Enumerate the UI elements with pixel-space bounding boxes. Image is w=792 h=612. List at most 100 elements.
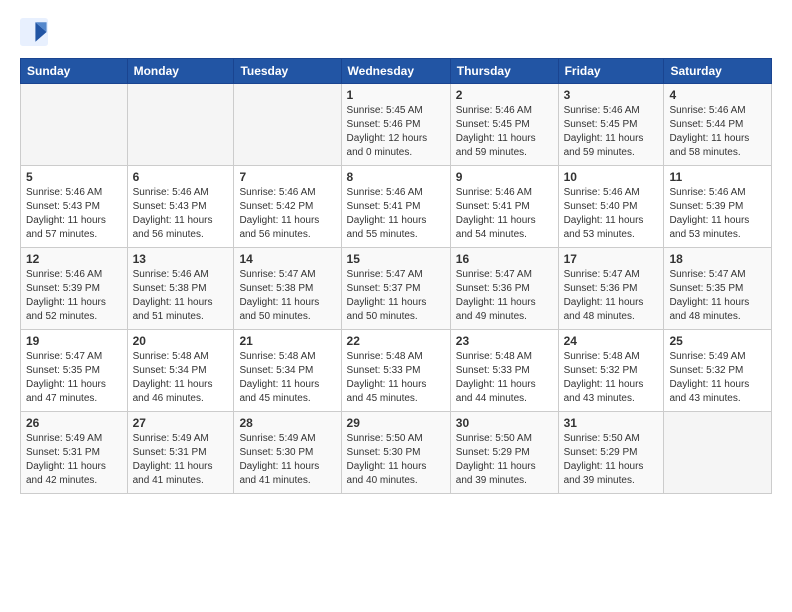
calendar-cell: 31Sunrise: 5:50 AM Sunset: 5:29 PM Dayli… (558, 412, 664, 494)
day-info: Sunrise: 5:47 AM Sunset: 5:36 PM Dayligh… (564, 268, 659, 324)
calendar-cell: 28 Sunrise: 5:49 AM Sunset: 5:30 PM Dayli… (234, 412, 341, 494)
day-number: 3 (564, 88, 659, 102)
day-number: 23 (456, 334, 553, 348)
header-monday: Monday (127, 59, 234, 84)
day-info: Sunrise: 5:48 AM Sunset: 5:34 PM Dayligh… (239, 350, 335, 406)
day-info: Sunrise: 5:47 AM Sunset: 5:35 PM Dayligh… (669, 268, 766, 324)
week-row-4: 26 Sunrise: 5:49 AM Sunset: 5:31 PM Dayli… (21, 412, 772, 494)
day-info: Sunrise: 5:46 AM Sunset: 5:39 PM Dayligh… (669, 186, 766, 242)
day-info: Sunrise: 5:48 AM Sunset: 5:33 PM Dayligh… (456, 350, 553, 406)
day-number: 10 (564, 170, 659, 184)
calendar-cell: 14Sunrise: 5:47 AM Sunset: 5:38 PM Dayli… (234, 248, 341, 330)
day-info: Sunrise: 5:50 AM Sunset: 5:30 PM Dayligh… (347, 432, 445, 488)
calendar-cell: 8Sunrise: 5:46 AM Sunset: 5:41 PM Daylig… (341, 166, 450, 248)
day-number: 20 (133, 334, 229, 348)
calendar-cell: 11 Sunrise: 5:46 AM Sunset: 5:39 PM Dayli… (664, 166, 772, 248)
day-info: Sunrise: 5:50 AM Sunset: 5:29 PM Dayligh… (456, 432, 553, 488)
day-info: Sunrise: 5:47 AM Sunset: 5:36 PM Dayligh… (456, 268, 553, 324)
day-number: 5 (26, 170, 122, 184)
day-info: Sunrise: 5:46 AM Sunset: 5:39 PM Dayligh… (26, 268, 122, 324)
calendar-cell: 15 Sunrise: 5:47 AM Sunset: 5:37 PM Dayli… (341, 248, 450, 330)
calendar-table: SundayMondayTuesdayWednesdayThursdayFrid… (20, 58, 772, 494)
day-info: Sunrise: 5:45 AM Sunset: 5:46 PM Dayligh… (347, 104, 445, 160)
day-info: Sunrise: 5:49 AM Sunset: 5:32 PM Dayligh… (669, 350, 766, 406)
calendar-cell: 22 Sunrise: 5:48 AM Sunset: 5:33 PM Dayli… (341, 330, 450, 412)
day-number: 24 (564, 334, 659, 348)
week-row-1: 5 Sunrise: 5:46 AM Sunset: 5:43 PM Daylig… (21, 166, 772, 248)
day-number: 1 (347, 88, 445, 102)
calendar-cell: 5 Sunrise: 5:46 AM Sunset: 5:43 PM Daylig… (21, 166, 128, 248)
calendar-cell (234, 84, 341, 166)
day-number: 8 (347, 170, 445, 184)
header-saturday: Saturday (664, 59, 772, 84)
calendar-cell: 30 Sunrise: 5:50 AM Sunset: 5:29 PM Dayli… (450, 412, 558, 494)
header-tuesday: Tuesday (234, 59, 341, 84)
header-friday: Friday (558, 59, 664, 84)
day-info: Sunrise: 5:47 AM Sunset: 5:37 PM Dayligh… (347, 268, 445, 324)
page-container: SundayMondayTuesdayWednesdayThursdayFrid… (0, 0, 792, 504)
day-info: Sunrise: 5:49 AM Sunset: 5:31 PM Dayligh… (133, 432, 229, 488)
day-info: Sunrise: 5:47 AM Sunset: 5:35 PM Dayligh… (26, 350, 122, 406)
day-number: 15 (347, 252, 445, 266)
day-number: 28 (239, 416, 335, 430)
calendar-cell: 10 Sunrise: 5:46 AM Sunset: 5:40 PM Dayli… (558, 166, 664, 248)
day-number: 13 (133, 252, 229, 266)
calendar-cell: 19 Sunrise: 5:47 AM Sunset: 5:35 PM Dayli… (21, 330, 128, 412)
day-number: 27 (133, 416, 229, 430)
day-number: 9 (456, 170, 553, 184)
day-number: 6 (133, 170, 229, 184)
day-number: 29 (347, 416, 445, 430)
calendar-cell: 25Sunrise: 5:49 AM Sunset: 5:32 PM Dayli… (664, 330, 772, 412)
day-number: 7 (239, 170, 335, 184)
day-number: 18 (669, 252, 766, 266)
calendar-cell: 3 Sunrise: 5:46 AM Sunset: 5:45 PM Daylig… (558, 84, 664, 166)
calendar-cell: 21 Sunrise: 5:48 AM Sunset: 5:34 PM Dayli… (234, 330, 341, 412)
header-row: SundayMondayTuesdayWednesdayThursdayFrid… (21, 59, 772, 84)
calendar-cell: 26 Sunrise: 5:49 AM Sunset: 5:31 PM Dayli… (21, 412, 128, 494)
day-number: 30 (456, 416, 553, 430)
calendar-cell (664, 412, 772, 494)
header-thursday: Thursday (450, 59, 558, 84)
calendar-cell: 1 Sunrise: 5:45 AM Sunset: 5:46 PM Daylig… (341, 84, 450, 166)
day-info: Sunrise: 5:46 AM Sunset: 5:40 PM Dayligh… (564, 186, 659, 242)
header-wednesday: Wednesday (341, 59, 450, 84)
calendar-cell: 29 Sunrise: 5:50 AM Sunset: 5:30 PM Dayli… (341, 412, 450, 494)
calendar-cell: 4Sunrise: 5:46 AM Sunset: 5:44 PM Daylig… (664, 84, 772, 166)
day-info: Sunrise: 5:46 AM Sunset: 5:45 PM Dayligh… (564, 104, 659, 160)
calendar-cell: 23 Sunrise: 5:48 AM Sunset: 5:33 PM Dayli… (450, 330, 558, 412)
day-number: 21 (239, 334, 335, 348)
day-number: 2 (456, 88, 553, 102)
day-info: Sunrise: 5:50 AM Sunset: 5:29 PM Dayligh… (564, 432, 659, 488)
calendar-cell: 2 Sunrise: 5:46 AM Sunset: 5:45 PM Daylig… (450, 84, 558, 166)
day-info: Sunrise: 5:48 AM Sunset: 5:33 PM Dayligh… (347, 350, 445, 406)
calendar-cell: 6Sunrise: 5:46 AM Sunset: 5:43 PM Daylig… (127, 166, 234, 248)
day-number: 22 (347, 334, 445, 348)
day-info: Sunrise: 5:46 AM Sunset: 5:43 PM Dayligh… (26, 186, 122, 242)
calendar-cell: 20Sunrise: 5:48 AM Sunset: 5:34 PM Dayli… (127, 330, 234, 412)
calendar-cell: 27 Sunrise: 5:49 AM Sunset: 5:31 PM Dayli… (127, 412, 234, 494)
header-sunday: Sunday (21, 59, 128, 84)
day-number: 12 (26, 252, 122, 266)
day-number: 11 (669, 170, 766, 184)
week-row-0: 1 Sunrise: 5:45 AM Sunset: 5:46 PM Daylig… (21, 84, 772, 166)
calendar-cell: 13Sunrise: 5:46 AM Sunset: 5:38 PM Dayli… (127, 248, 234, 330)
calendar-cell (21, 84, 128, 166)
calendar-cell: 12 Sunrise: 5:46 AM Sunset: 5:39 PM Dayli… (21, 248, 128, 330)
calendar-cell: 7 Sunrise: 5:46 AM Sunset: 5:42 PM Daylig… (234, 166, 341, 248)
calendar-cell: 24 Sunrise: 5:48 AM Sunset: 5:32 PM Dayli… (558, 330, 664, 412)
day-info: Sunrise: 5:46 AM Sunset: 5:42 PM Dayligh… (239, 186, 335, 242)
calendar-cell: 18 Sunrise: 5:47 AM Sunset: 5:35 PM Dayli… (664, 248, 772, 330)
week-row-3: 19 Sunrise: 5:47 AM Sunset: 5:35 PM Dayli… (21, 330, 772, 412)
day-info: Sunrise: 5:47 AM Sunset: 5:38 PM Dayligh… (239, 268, 335, 324)
logo-icon (20, 18, 48, 46)
day-info: Sunrise: 5:48 AM Sunset: 5:32 PM Dayligh… (564, 350, 659, 406)
day-info: Sunrise: 5:46 AM Sunset: 5:41 PM Dayligh… (456, 186, 553, 242)
calendar-cell: 17Sunrise: 5:47 AM Sunset: 5:36 PM Dayli… (558, 248, 664, 330)
day-info: Sunrise: 5:49 AM Sunset: 5:30 PM Dayligh… (239, 432, 335, 488)
day-number: 26 (26, 416, 122, 430)
day-number: 19 (26, 334, 122, 348)
day-info: Sunrise: 5:49 AM Sunset: 5:31 PM Dayligh… (26, 432, 122, 488)
day-number: 16 (456, 252, 553, 266)
header (20, 18, 772, 46)
day-info: Sunrise: 5:46 AM Sunset: 5:45 PM Dayligh… (456, 104, 553, 160)
